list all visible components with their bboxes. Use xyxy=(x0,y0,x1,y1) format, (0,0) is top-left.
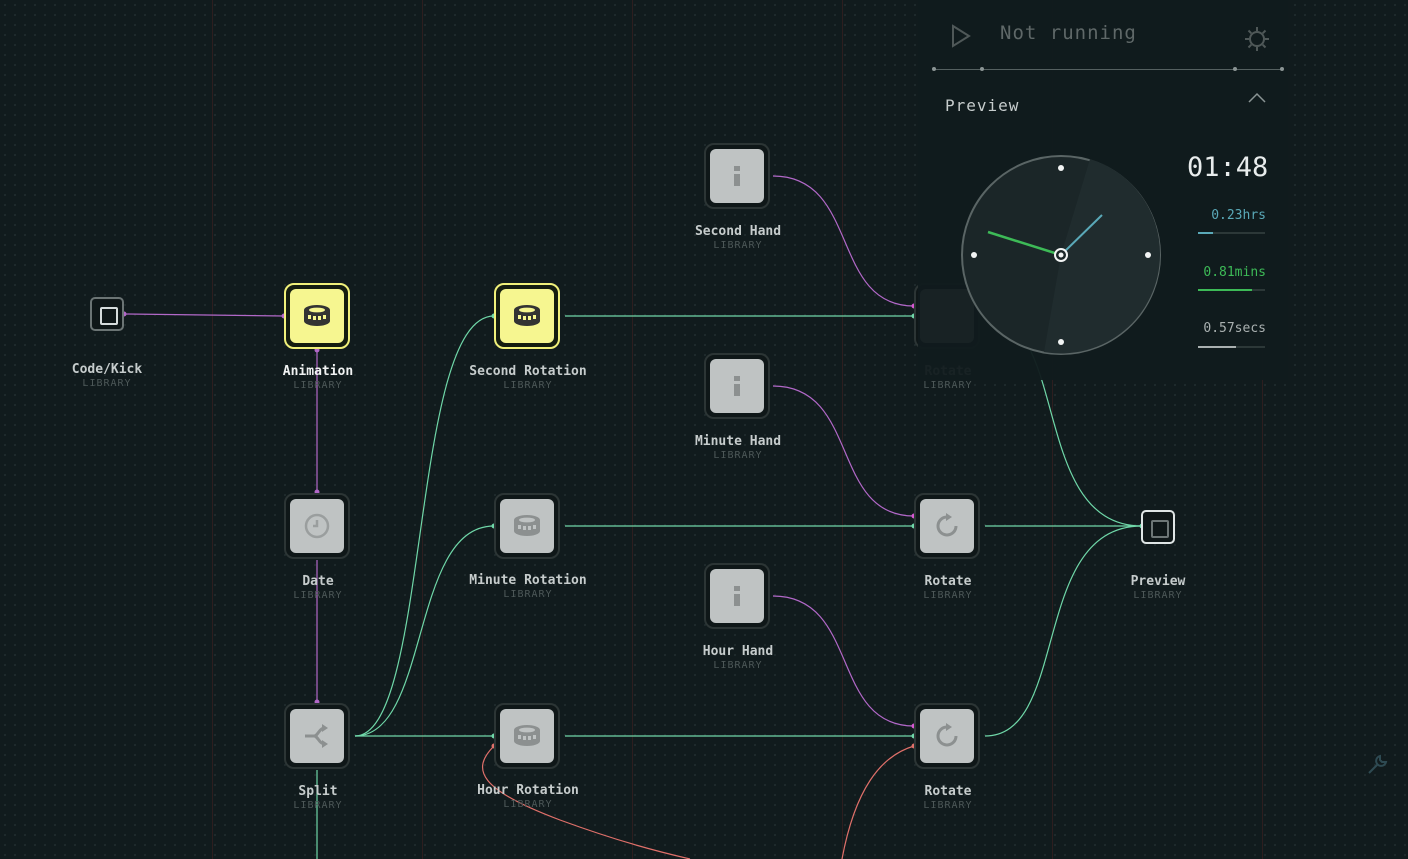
timeline-marker[interactable] xyxy=(1280,67,1284,71)
node-sublabel: LIBRARY xyxy=(293,590,343,601)
node-sublabel: LIBRARY xyxy=(923,590,973,601)
node-sublabel: LIBRARY xyxy=(82,378,132,389)
node-label: Preview xyxy=(1130,574,1186,589)
rotate-icon xyxy=(936,513,958,537)
node-sublabel: LIBRARY xyxy=(503,799,553,810)
node-label: Rotate xyxy=(924,574,972,589)
wrench-icon[interactable] xyxy=(1366,752,1390,776)
rotate-node-3[interactable] xyxy=(914,703,980,769)
wire-split-secondrot xyxy=(354,315,495,737)
node-label: Hour Rotation xyxy=(477,783,579,798)
film-reel-icon xyxy=(514,725,540,746)
node-sublabel: LIBRARY xyxy=(923,800,973,811)
gear-icon[interactable] xyxy=(1244,26,1270,52)
timeline-marker[interactable] xyxy=(1233,67,1237,71)
node-label: Minute Rotation xyxy=(469,573,587,588)
minute-hand-node[interactable] xyxy=(704,353,770,419)
chevron-up-icon[interactable] xyxy=(1248,92,1266,104)
second-rotation-node[interactable] xyxy=(494,283,560,349)
rotate-node-2[interactable] xyxy=(914,493,980,559)
minutes-bar xyxy=(1198,289,1265,291)
node-sublabel: LIBRARY xyxy=(503,589,553,600)
second-hand-node[interactable] xyxy=(704,143,770,209)
wire-split-minuterot xyxy=(354,525,495,737)
wire-rotate3-preview xyxy=(984,525,1143,737)
info-icon xyxy=(734,586,740,606)
code-kick-node[interactable] xyxy=(90,297,124,331)
split-arrows-icon xyxy=(305,724,328,748)
node-sublabel: LIBRARY xyxy=(1133,590,1183,601)
animation-node[interactable] xyxy=(284,283,350,349)
info-icon xyxy=(734,376,740,396)
node-sublabel: LIBRARY xyxy=(503,380,553,391)
preview-title: Preview xyxy=(945,96,1020,115)
hour-hand-node[interactable] xyxy=(704,563,770,629)
split-node[interactable] xyxy=(284,703,350,769)
timeline-track[interactable] xyxy=(934,69,1283,70)
node-label: Minute Hand xyxy=(694,434,782,449)
square-icon xyxy=(100,307,118,325)
wire-kick-animation xyxy=(123,313,285,317)
clock-time-readout: 01:48 xyxy=(1187,152,1269,183)
node-label: Rotate xyxy=(924,784,972,799)
seconds-metric: 0.57secs xyxy=(1203,321,1266,336)
clock-icon xyxy=(304,513,330,539)
timeline-marker[interactable] xyxy=(980,67,984,71)
minutes-metric: 0.81mins xyxy=(1203,265,1266,280)
film-reel-icon xyxy=(514,515,540,536)
node-sublabel: LIBRARY xyxy=(293,800,343,811)
hours-metric: 0.23hrs xyxy=(1211,208,1266,223)
run-status: Not running xyxy=(1000,22,1137,44)
play-icon[interactable] xyxy=(950,24,972,48)
node-label: Animation xyxy=(282,364,354,379)
preview-node[interactable] xyxy=(1141,510,1175,544)
rotate-icon xyxy=(936,723,958,747)
node-label: Split xyxy=(298,784,338,799)
node-sublabel: LIBRARY xyxy=(923,380,973,391)
node-label: Hour Hand xyxy=(702,644,774,659)
node-sublabel: LIBRARY xyxy=(293,380,343,391)
node-sublabel: LIBRARY xyxy=(713,660,763,671)
node-label: Second Rotation xyxy=(469,364,587,379)
node-label: Second Hand xyxy=(694,224,782,239)
analog-clock xyxy=(961,155,1161,355)
film-reel-icon xyxy=(304,305,330,326)
film-reel-icon xyxy=(514,305,540,326)
date-node[interactable] xyxy=(284,493,350,559)
minute-rotation-node[interactable] xyxy=(494,493,560,559)
node-sublabel: LIBRARY xyxy=(713,450,763,461)
node-label: Code/Kick xyxy=(71,362,143,377)
info-icon xyxy=(734,166,740,186)
node-sublabel: LIBRARY xyxy=(713,240,763,251)
timeline-marker[interactable] xyxy=(932,67,936,71)
seconds-bar xyxy=(1198,346,1265,348)
node-label: Date xyxy=(302,574,334,589)
square-icon xyxy=(1151,520,1169,538)
hour-rotation-node[interactable] xyxy=(494,703,560,769)
hours-bar xyxy=(1198,232,1265,234)
